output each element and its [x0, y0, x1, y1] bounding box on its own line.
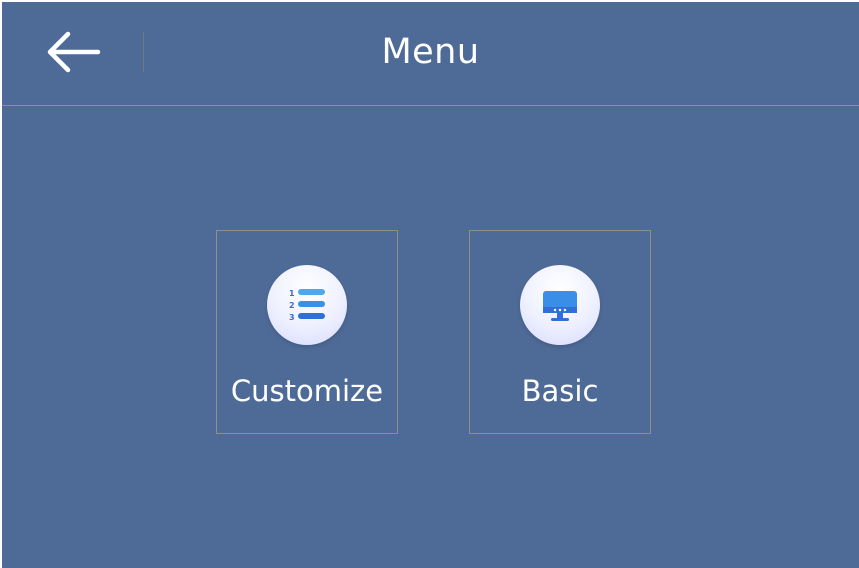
customize-tile[interactable]: 1 2 3 Customize: [216, 230, 398, 434]
menu-screen: Menu 1 2 3 Customize Basic: [2, 2, 859, 568]
numbered-list-icon: 1 2 3: [267, 265, 347, 345]
svg-text:2: 2: [289, 301, 295, 310]
svg-text:3: 3: [289, 313, 295, 322]
customize-label: Customize: [230, 374, 384, 408]
monitor-icon: [520, 265, 600, 345]
page-title: Menu: [381, 32, 480, 72]
basic-label: Basic: [521, 374, 599, 408]
header-bar: Menu: [2, 2, 859, 106]
svg-text:1: 1: [289, 289, 295, 298]
basic-tile[interactable]: Basic: [469, 230, 651, 434]
